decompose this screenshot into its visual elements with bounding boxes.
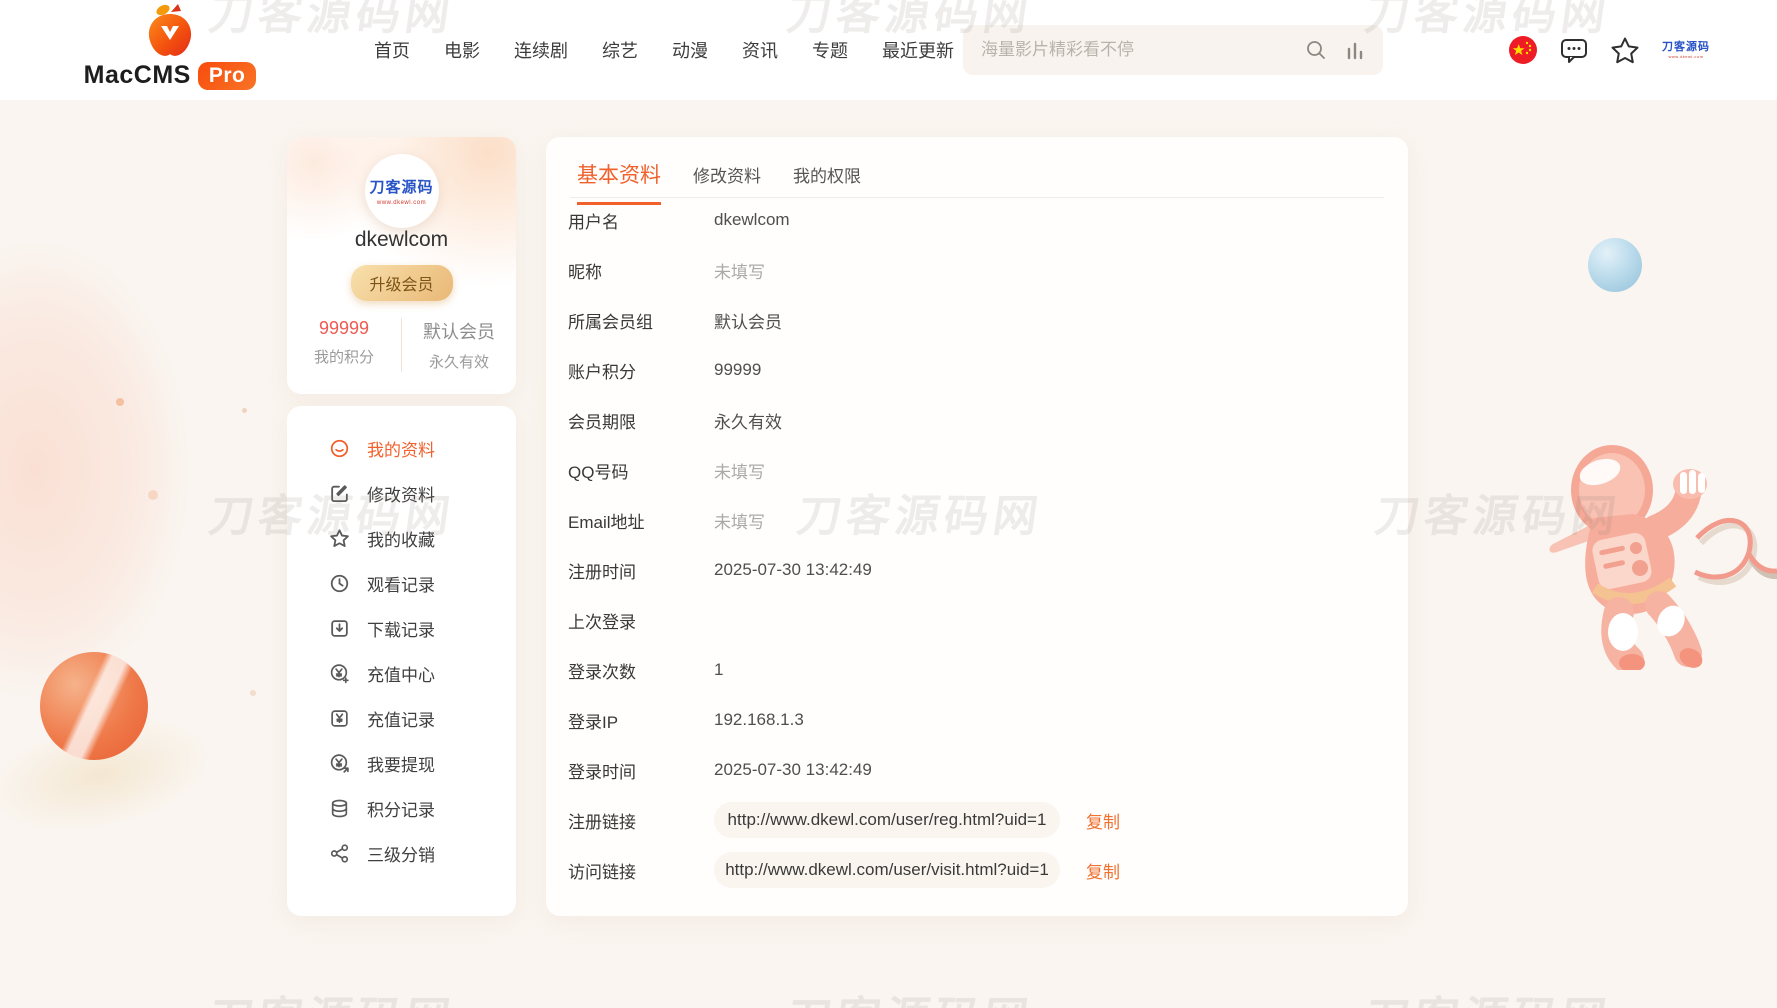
sidebar-item-distribution[interactable]: 三级分销 — [287, 831, 516, 876]
recharge-icon — [329, 663, 350, 684]
profile-card: 刀客源码 www.dkewl.com dkewlcom 升级会员 99999 我… — [287, 137, 516, 394]
points-stat: 99999 我的积分 — [287, 318, 401, 372]
astronaut-illustration — [1537, 420, 1777, 670]
field-row-register-link: 注册链接 http://www.dkewl.com/user/reg.html?… — [546, 795, 1408, 845]
watermark: 刀客源码网 — [784, 982, 1038, 1008]
field-row-login-time: 登录时间 2025-07-30 13:42:49 — [546, 745, 1408, 795]
brand-name: MacCMS — [84, 61, 191, 90]
mini-logo-text: 刀客源码 — [1662, 42, 1710, 53]
field-row-qq: QQ号码 未填写 — [546, 445, 1408, 495]
search-input[interactable] — [981, 40, 1305, 60]
watermark: 刀客源码网 — [206, 982, 460, 1008]
field-row-login-ip: 登录IP 192.168.1.3 — [546, 695, 1408, 745]
copy-visit-link-button[interactable]: 复制 — [1086, 858, 1120, 883]
points-icon — [329, 798, 350, 819]
sidebar-item-edit-profile[interactable]: 修改资料 — [287, 471, 516, 516]
avatar-logo-subtext: www.dkewl.com — [377, 200, 426, 206]
field-row-login-count: 登录次数 1 — [546, 645, 1408, 695]
favorites-star-icon[interactable] — [1610, 36, 1640, 65]
dot-decoration — [242, 408, 247, 413]
nav-item-news[interactable]: 资讯 — [742, 37, 778, 63]
username: dkewlcom — [287, 228, 516, 252]
clock-icon — [329, 573, 350, 594]
field-row-register-time: 注册时间 2025-07-30 13:42:49 — [546, 545, 1408, 595]
share-icon — [329, 843, 350, 864]
sidebar-item-my-profile[interactable]: 我的资料 — [287, 426, 516, 471]
language-flag-icon[interactable] — [1508, 35, 1538, 65]
recharge-record-icon — [329, 708, 350, 729]
apple-logo-icon — [141, 2, 199, 58]
sidebar-item-points-records[interactable]: 积分记录 — [287, 786, 516, 831]
member-group-stat: 默认会员 永久有效 — [401, 318, 516, 372]
search-icon[interactable] — [1305, 39, 1327, 61]
sidebar-menu: 我的资料 修改资料 我的收藏 观看记录 下载记录 — [287, 406, 516, 916]
message-icon[interactable] — [1560, 37, 1588, 63]
nav-item-home[interactable]: 首页 — [374, 37, 410, 63]
dot-decoration — [250, 690, 256, 696]
star-icon — [329, 528, 350, 549]
field-row-member-term: 会员期限 永久有效 — [546, 395, 1408, 445]
watermark: 刀客源码网 — [1362, 982, 1616, 1008]
profile-smiley-icon — [329, 438, 350, 459]
withdraw-icon — [329, 753, 350, 774]
register-link-field[interactable]: http://www.dkewl.com/user/reg.html?uid=1 — [714, 802, 1060, 838]
field-row-last-login: 上次登录 — [546, 595, 1408, 645]
ranking-chart-icon[interactable] — [1345, 39, 1365, 61]
profile-fields: 用户名 dkewlcom 昵称 未填写 所属会员组 默认会员 账户积分 9999… — [546, 195, 1408, 895]
brand-pro-badge: Pro — [198, 62, 257, 90]
field-row-nickname: 昵称 未填写 — [546, 245, 1408, 295]
upgrade-member-button[interactable]: 升级会员 — [350, 265, 452, 301]
nav-item-anime[interactable]: 动漫 — [672, 37, 708, 63]
points-label: 我的积分 — [287, 346, 401, 367]
avatar-logo-text: 刀客源码 — [369, 176, 433, 197]
nav-item-movies[interactable]: 电影 — [444, 37, 480, 63]
dot-decoration — [116, 398, 124, 406]
sidebar-item-recharge-records[interactable]: 充值记录 — [287, 696, 516, 741]
user-site-logo[interactable]: 刀客源码 www.dkewl.com — [1662, 42, 1710, 59]
dot-decoration — [148, 490, 158, 500]
mini-logo-subtext: www.dkewl.com — [1662, 55, 1710, 59]
blue-planet-decoration — [1588, 238, 1642, 292]
orange-ball-decoration — [40, 652, 148, 760]
field-row-member-group: 所属会员组 默认会员 — [546, 295, 1408, 345]
main-nav: 首页 电影 连续剧 综艺 动漫 资讯 专题 最近更新 — [374, 0, 954, 100]
field-row-account-points: 账户积分 99999 — [546, 345, 1408, 395]
avatar: 刀客源码 www.dkewl.com — [365, 154, 439, 228]
field-row-visit-link: 访问链接 http://www.dkewl.com/user/visit.htm… — [546, 845, 1408, 895]
profile-stats: 99999 我的积分 默认会员 永久有效 — [287, 318, 516, 372]
nav-item-variety[interactable]: 综艺 — [602, 37, 638, 63]
sidebar-item-my-favorites[interactable]: 我的收藏 — [287, 516, 516, 561]
edit-icon — [329, 483, 350, 504]
page: 刀客源码网 刀客源码网 刀客源码网 刀客源码网 刀客源码网 刀客源码网 刀客源码… — [0, 0, 1777, 1008]
header-actions: 刀客源码 www.dkewl.com — [1508, 0, 1710, 100]
nav-item-recent[interactable]: 最近更新 — [882, 37, 954, 63]
field-row-email: Email地址 未填写 — [546, 495, 1408, 545]
copy-register-link-button[interactable]: 复制 — [1086, 808, 1120, 833]
sidebar-item-download-history[interactable]: 下载记录 — [287, 606, 516, 651]
site-logo[interactable]: MacCMS Pro — [98, 2, 242, 90]
member-group-label: 永久有效 — [402, 351, 516, 372]
search-bar[interactable] — [963, 25, 1383, 75]
field-row-username: 用户名 dkewlcom — [546, 195, 1408, 245]
sidebar-item-watch-history[interactable]: 观看记录 — [287, 561, 516, 606]
nav-item-series[interactable]: 连续剧 — [514, 37, 568, 63]
top-navigation-bar: MacCMS Pro 首页 电影 连续剧 综艺 动漫 资讯 专题 最近更新 — [0, 0, 1777, 100]
visit-link-field[interactable]: http://www.dkewl.com/user/visit.html?uid… — [714, 852, 1060, 888]
sidebar-item-recharge-center[interactable]: 充值中心 — [287, 651, 516, 696]
nav-item-topics[interactable]: 专题 — [812, 37, 848, 63]
points-value: 99999 — [287, 318, 401, 339]
member-group-value: 默认会员 — [402, 318, 516, 344]
profile-detail-panel: 基本资料 修改资料 我的权限 用户名 dkewlcom 昵称 未填写 所属会员组… — [546, 137, 1408, 916]
download-icon — [329, 618, 350, 639]
sidebar-item-withdraw[interactable]: 我要提现 — [287, 741, 516, 786]
